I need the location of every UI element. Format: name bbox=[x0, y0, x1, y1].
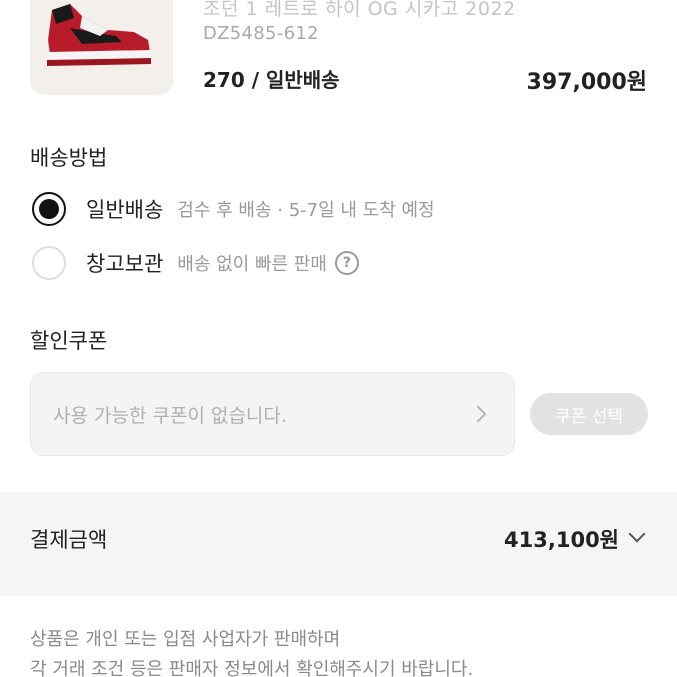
product-price: 397,000원 bbox=[526, 70, 647, 95]
payment-total: 413,100원 bbox=[504, 528, 619, 552]
shipping-option-label: 일반배송 bbox=[86, 198, 164, 222]
payment-title: 결제금액 bbox=[30, 528, 108, 552]
shipping-option-description: 검수 후 배송 · 5-7일 내 도착 예정 bbox=[177, 200, 435, 221]
coupon-select-field[interactable]: 사용 가능한 쿠폰이 없습니다. bbox=[30, 372, 515, 456]
help-icon[interactable]: ? bbox=[334, 251, 359, 275]
shipping-section-title: 배송방법 bbox=[30, 146, 108, 170]
product-name: 조던 1 레트로 하이 OG 시카고 2022 bbox=[203, 0, 516, 20]
shipping-option-storage[interactable]: 창고보관 배송 없이 빠른 판매 ? bbox=[32, 246, 359, 280]
product-option: 270 / 일반배송 bbox=[203, 68, 340, 92]
shipping-option-label: 창고보관 bbox=[86, 252, 164, 276]
coupon-section-title: 할인쿠폰 bbox=[30, 329, 108, 353]
radio-unchecked-icon[interactable] bbox=[32, 246, 66, 280]
radio-checked-icon[interactable] bbox=[32, 192, 66, 226]
shipping-option-standard[interactable]: 일반배송 검수 후 배송 · 5-7일 내 도착 예정 bbox=[32, 192, 435, 226]
sneaker-image bbox=[47, 4, 151, 66]
seller-notice-line-2: 각 거래 조건 등은 판매자 정보에서 확인해주시기 바랍니다. bbox=[30, 659, 474, 677]
shipping-option-description: 배송 없이 빠른 판매 bbox=[177, 254, 327, 275]
chevron-right-icon bbox=[469, 405, 487, 423]
product-image bbox=[30, 0, 173, 95]
coupon-placeholder: 사용 가능한 쿠폰이 없습니다. bbox=[53, 404, 287, 427]
product-model-code: DZ5485-612 bbox=[203, 23, 319, 44]
seller-notice-line-1: 상품은 개인 또는 입점 사업자가 판매하며 bbox=[30, 629, 341, 650]
coupon-select-button[interactable]: 쿠폰 선택 bbox=[530, 393, 648, 435]
